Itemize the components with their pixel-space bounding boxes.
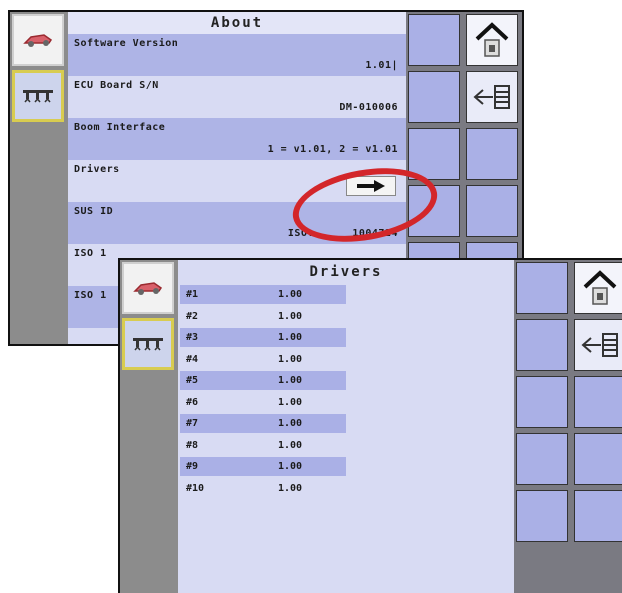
driver-version: 1.00 xyxy=(278,332,303,343)
softkey-6[interactable] xyxy=(574,433,622,485)
page-title: About xyxy=(68,12,406,34)
driver-number: #7 xyxy=(186,418,199,429)
row-label: Boom Interface xyxy=(74,122,166,133)
back-list-icon xyxy=(473,85,510,109)
softkey-2[interactable] xyxy=(516,319,568,371)
softkey-7[interactable] xyxy=(516,490,568,542)
row-label: SUS ID xyxy=(74,206,114,217)
driver-number: #2 xyxy=(186,310,199,322)
softkey-3[interactable] xyxy=(516,376,568,428)
row-label: ISO 1 xyxy=(74,248,107,259)
home-icon xyxy=(583,270,617,305)
driver-version: 1.00 xyxy=(278,353,303,365)
boom-tab[interactable] xyxy=(12,70,64,122)
boom-nozzles-icon xyxy=(23,90,53,103)
driver-number: #6 xyxy=(186,396,199,408)
sprayer-vehicle-icon xyxy=(133,282,163,295)
row-label: ISO 1 xyxy=(74,290,107,301)
driver-version: 1.00 xyxy=(278,482,303,494)
home-icon xyxy=(475,22,509,57)
driver-version: 1.00 xyxy=(278,375,303,386)
boom-tab[interactable] xyxy=(122,318,174,370)
driver-number: #9 xyxy=(186,461,199,472)
driver-number: #4 xyxy=(186,353,199,365)
softkey-5[interactable] xyxy=(516,433,568,485)
driver-row: #5 1.00 xyxy=(178,370,514,392)
driver-number: #10 xyxy=(186,482,205,494)
home-button[interactable] xyxy=(466,14,518,66)
boom-interface-row: Boom Interface 1 = v1.01, 2 = v1.01 xyxy=(68,118,406,160)
driver-row: #3 1.00 xyxy=(178,327,514,349)
drivers-list: #1 1.00 #2 1.00 #3 1.00 #4 1.00 #5 1.00 … xyxy=(178,284,514,499)
driver-version: 1.00 xyxy=(278,418,303,429)
softkey-2[interactable] xyxy=(408,71,460,123)
softkey-1[interactable] xyxy=(408,14,460,66)
ecu-board-sn-row: ECU Board S/N DM-010006 xyxy=(68,76,406,118)
softkey-6[interactable] xyxy=(466,185,518,237)
left-tab-bar xyxy=(10,12,68,344)
page-title: Drivers xyxy=(178,260,514,284)
softkey-4[interactable] xyxy=(466,128,518,180)
driver-row: #8 1.00 xyxy=(178,435,514,457)
driver-number: #8 xyxy=(186,439,199,451)
back-list-icon xyxy=(581,333,618,357)
row-label: Drivers xyxy=(74,164,120,175)
machine-tab[interactable] xyxy=(12,14,64,66)
softkey-8[interactable] xyxy=(574,490,622,542)
right-button-bar xyxy=(514,260,622,593)
driver-row: #2 1.00 xyxy=(178,306,514,328)
driver-row: #6 1.00 xyxy=(178,392,514,414)
row-label: ECU Board S/N xyxy=(74,80,159,91)
row-value: DM-010006 xyxy=(339,102,398,113)
driver-number: #1 xyxy=(186,289,199,300)
driver-number: #5 xyxy=(186,375,199,386)
home-button[interactable] xyxy=(574,262,622,314)
machine-tab[interactable] xyxy=(122,262,174,314)
driver-row: #1 1.00 xyxy=(178,284,514,306)
row-value: 1 = v1.01, 2 = v1.01 xyxy=(267,144,398,155)
drivers-content: Drivers #1 1.00 #2 1.00 #3 1.00 #4 1.00 … xyxy=(178,260,514,593)
software-version-row: Software Version 1.01| xyxy=(68,34,406,76)
driver-row: #7 1.00 xyxy=(178,413,514,435)
back-button[interactable] xyxy=(466,71,518,123)
row-value: 1.01| xyxy=(365,60,398,71)
row-label: Software Version xyxy=(74,38,179,49)
driver-row: #9 1.00 xyxy=(178,456,514,478)
driver-version: 1.00 xyxy=(278,439,303,451)
driver-version: 1.00 xyxy=(278,461,303,472)
left-tab-bar xyxy=(120,260,178,593)
sprayer-vehicle-icon xyxy=(23,34,53,47)
boom-nozzles-icon xyxy=(133,338,163,351)
driver-version: 1.00 xyxy=(278,396,303,408)
driver-number: #3 xyxy=(186,332,199,343)
driver-row: #4 1.00 xyxy=(178,349,514,371)
driver-version: 1.00 xyxy=(278,310,303,322)
driver-row: #10 1.00 xyxy=(178,478,514,500)
driver-version: 1.00 xyxy=(278,289,303,300)
softkey-1[interactable] xyxy=(516,262,568,314)
drivers-screen: Drivers #1 1.00 #2 1.00 #3 1.00 #4 1.00 … xyxy=(118,258,622,593)
back-button[interactable] xyxy=(574,319,622,371)
softkey-4[interactable] xyxy=(574,376,622,428)
